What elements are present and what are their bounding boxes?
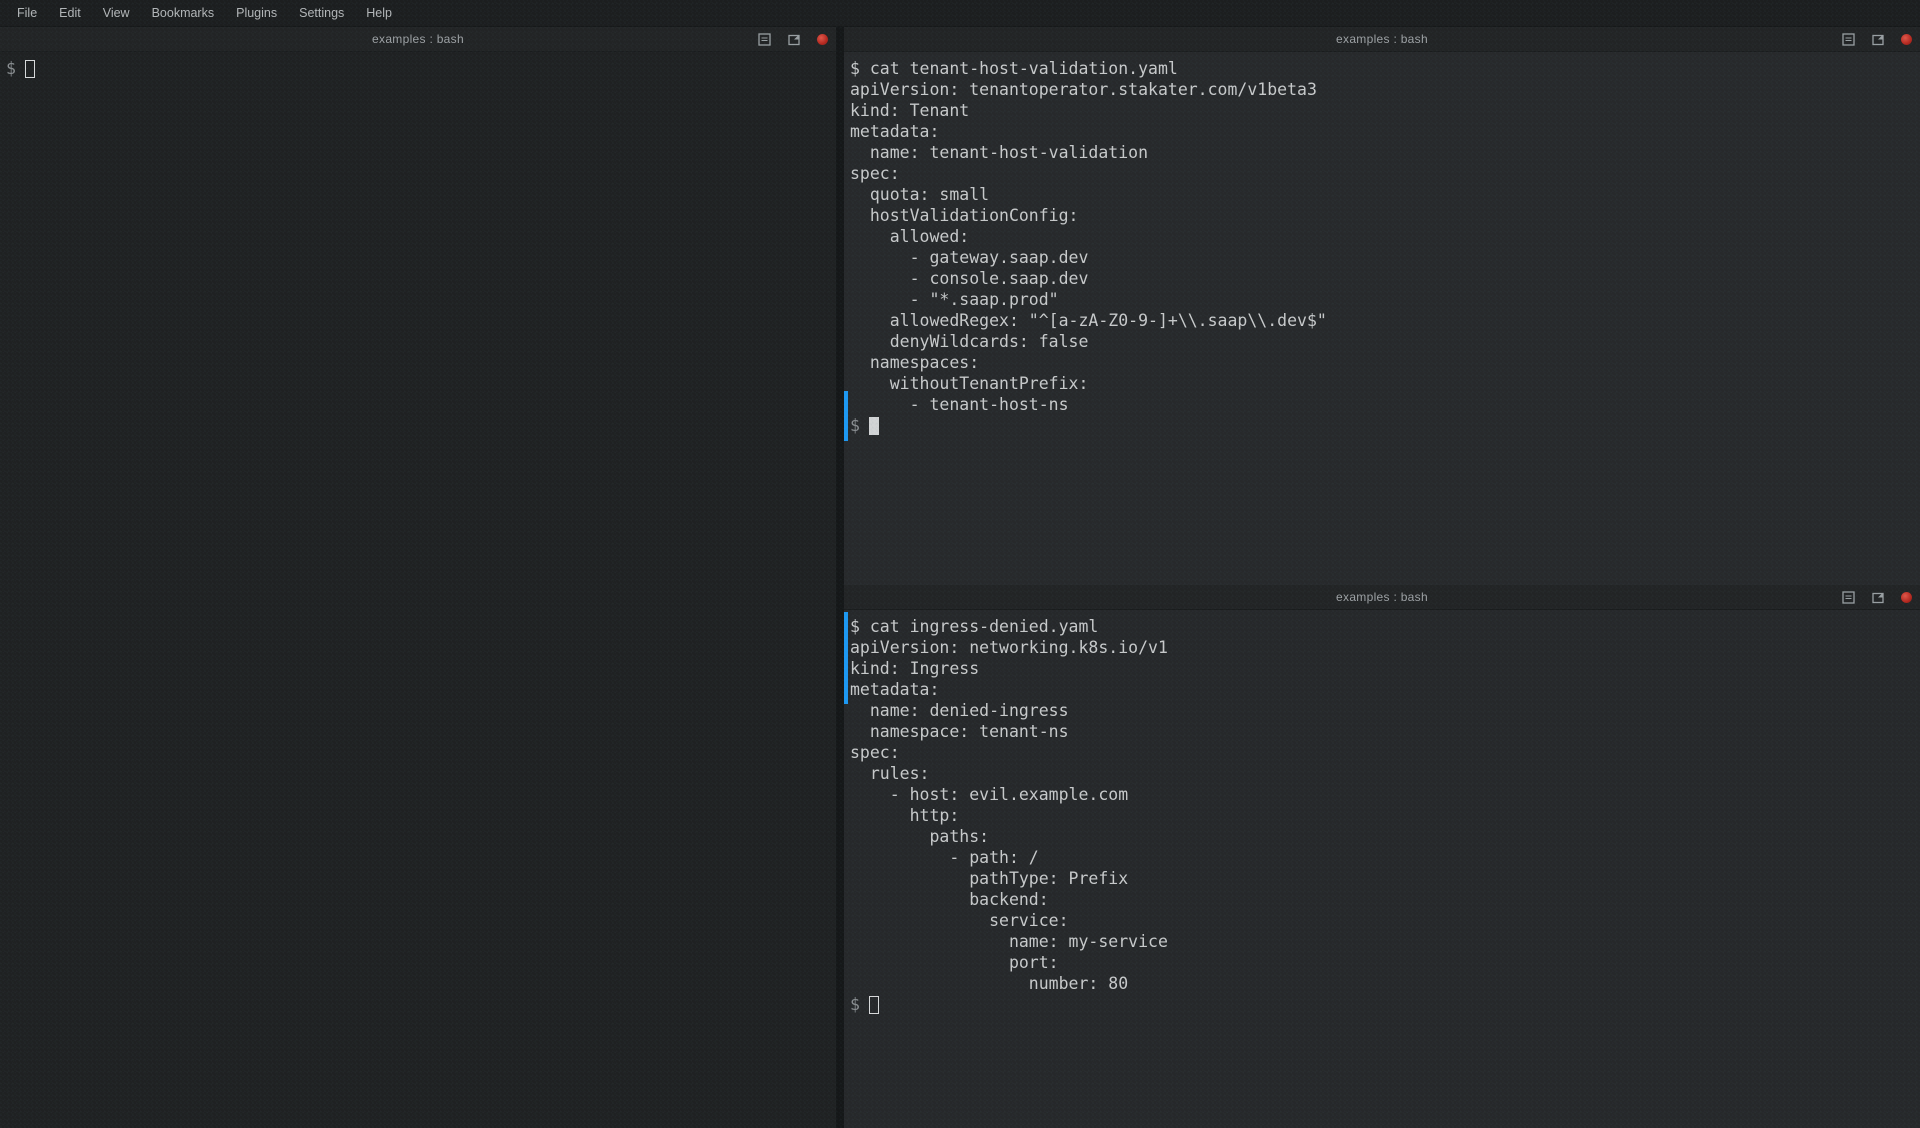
menu-plugins[interactable]: Plugins <box>225 1 288 26</box>
terminal-line: allowed: <box>850 226 1920 247</box>
menu-bar: File Edit View Bookmarks Plugins Setting… <box>0 0 1920 27</box>
pane-left-header-buttons <box>757 27 828 51</box>
terminal-line: apiVersion: networking.k8s.io/v1 <box>850 637 1920 658</box>
pane-left-title: examples : bash <box>372 32 464 46</box>
right-column: examples : bash $ cat tenant-host-valida… <box>844 27 1920 1128</box>
pane-bottom-right: examples : bash $ cat ingress-denied.yam… <box>844 585 1920 1128</box>
pane-bottom-right-header-buttons <box>1841 585 1912 609</box>
split-view-icon[interactable] <box>1871 32 1885 46</box>
scroll-position-indicator <box>844 612 848 704</box>
prompt-row: $ <box>850 994 1920 1015</box>
terminal-line: $ cat tenant-host-validation.yaml <box>850 58 1920 79</box>
terminal-line: spec: <box>850 742 1920 763</box>
menu-settings[interactable]: Settings <box>288 1 355 26</box>
terminal-line: name: my-service <box>850 931 1920 952</box>
terminal-cursor <box>25 60 35 78</box>
terminal-line: denyWildcards: false <box>850 331 1920 352</box>
prompt-row: $ <box>6 58 836 79</box>
shell-prompt: $ <box>850 994 860 1015</box>
terminal-line: service: <box>850 910 1920 931</box>
terminal-output: $ cat ingress-denied.yamlapiVersion: net… <box>850 616 1920 994</box>
terminal-top-right[interactable]: $ cat tenant-host-validation.yamlapiVers… <box>844 52 1920 585</box>
pane-top-right-header[interactable]: examples : bash <box>844 27 1920 52</box>
pane-top-right: examples : bash $ cat tenant-host-valida… <box>844 27 1920 585</box>
terminal-line: - path: / <box>850 847 1920 868</box>
shell-prompt: $ <box>850 415 860 436</box>
close-view-button[interactable] <box>817 34 828 45</box>
terminal-line: paths: <box>850 826 1920 847</box>
terminal-line: port: <box>850 952 1920 973</box>
close-view-button[interactable] <box>1901 592 1912 603</box>
pane-bottom-right-title: examples : bash <box>1336 590 1428 604</box>
close-view-button[interactable] <box>1901 34 1912 45</box>
terminal-line: http: <box>850 805 1920 826</box>
shell-prompt: $ <box>6 58 16 79</box>
split-divider-vertical[interactable] <box>836 27 844 1128</box>
terminal-line: metadata: <box>850 121 1920 142</box>
terminal-line: - "*.saap.prod" <box>850 289 1920 310</box>
menu-bookmarks[interactable]: Bookmarks <box>141 1 226 26</box>
pane-left: examples : bash $ <box>0 27 836 1128</box>
terminal-line: name: tenant-host-validation <box>850 142 1920 163</box>
terminal-line: hostValidationConfig: <box>850 205 1920 226</box>
terminal-line: number: 80 <box>850 973 1920 994</box>
pane-bottom-right-header[interactable]: examples : bash <box>844 585 1920 610</box>
terminal-line: namespace: tenant-ns <box>850 721 1920 742</box>
terminal-cursor <box>869 996 879 1014</box>
maximize-view-icon[interactable] <box>1841 32 1855 46</box>
terminal-line: metadata: <box>850 679 1920 700</box>
terminal-line: - gateway.saap.dev <box>850 247 1920 268</box>
terminal-line: kind: Tenant <box>850 100 1920 121</box>
terminal-line: withoutTenantPrefix: <box>850 373 1920 394</box>
terminal-left[interactable]: $ <box>0 52 836 1128</box>
split-view-icon[interactable] <box>1871 590 1885 604</box>
scroll-position-indicator <box>844 391 848 441</box>
pane-top-right-title: examples : bash <box>1336 32 1428 46</box>
pane-top-right-header-buttons <box>1841 27 1912 51</box>
terminal-line: quota: small <box>850 184 1920 205</box>
prompt-row: $ <box>850 415 1920 436</box>
terminal-line: allowedRegex: "^[a-zA-Z0-9-]+\\.saap\\.d… <box>850 310 1920 331</box>
maximize-view-icon[interactable] <box>757 32 771 46</box>
terminal-line: apiVersion: tenantoperator.stakater.com/… <box>850 79 1920 100</box>
terminal-line: - tenant-host-ns <box>850 394 1920 415</box>
split-view-icon[interactable] <box>787 32 801 46</box>
pane-left-header[interactable]: examples : bash <box>0 27 836 52</box>
terminal-line: backend: <box>850 889 1920 910</box>
menu-file[interactable]: File <box>6 1 48 26</box>
terminal-cursor <box>869 417 879 435</box>
terminal-line: kind: Ingress <box>850 658 1920 679</box>
terminal-line: spec: <box>850 163 1920 184</box>
terminal-line: pathType: Prefix <box>850 868 1920 889</box>
terminal-line: rules: <box>850 763 1920 784</box>
menu-edit[interactable]: Edit <box>48 1 92 26</box>
maximize-view-icon[interactable] <box>1841 590 1855 604</box>
menu-view[interactable]: View <box>92 1 141 26</box>
terminal-line: name: denied-ingress <box>850 700 1920 721</box>
terminal-line: - host: evil.example.com <box>850 784 1920 805</box>
terminal-line: $ cat ingress-denied.yaml <box>850 616 1920 637</box>
split-view-container: examples : bash $ <box>0 27 1920 1128</box>
terminal-output: $ cat tenant-host-validation.yamlapiVers… <box>850 58 1920 415</box>
terminal-line: - console.saap.dev <box>850 268 1920 289</box>
konsole-window: File Edit View Bookmarks Plugins Setting… <box>0 0 1920 1128</box>
terminal-line: namespaces: <box>850 352 1920 373</box>
menu-help[interactable]: Help <box>355 1 403 26</box>
terminal-bottom-right[interactable]: $ cat ingress-denied.yamlapiVersion: net… <box>844 610 1920 1128</box>
